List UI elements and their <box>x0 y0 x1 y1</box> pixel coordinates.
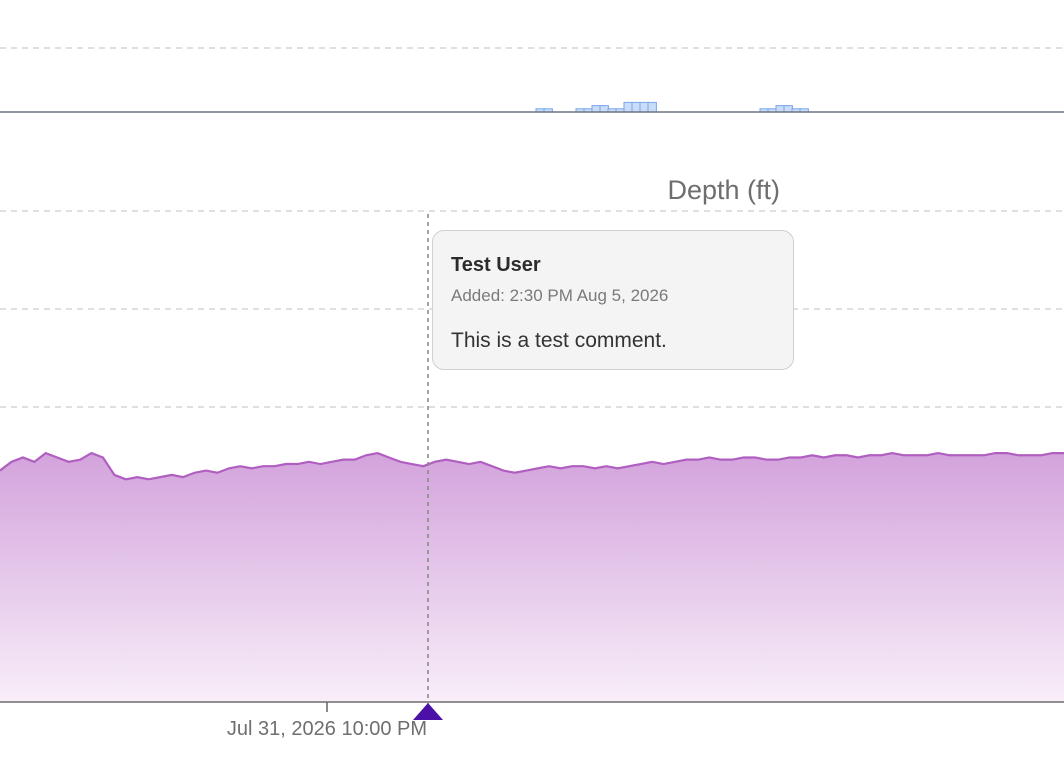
chart-panel: Depth (ft) Jul 31, 2026 10:00 PM Test Us… <box>0 0 1064 774</box>
top-chart <box>0 47 1064 113</box>
x-tick-label: Jul 31, 2026 10:00 PM <box>227 718 427 740</box>
histogram-bar <box>783 105 793 113</box>
comment-body: This is a test comment. <box>451 329 667 352</box>
histogram-bar <box>631 101 641 113</box>
histogram-bar <box>599 105 609 113</box>
histogram-bar <box>775 105 785 113</box>
comment-tooltip: Test User Added: 2:30 PM Aug 5, 2026 Thi… <box>432 230 794 370</box>
chart-canvas: Depth (ft) Jul 31, 2026 10:00 PM <box>0 47 1064 740</box>
chart-title: Depth (ft) <box>667 175 780 205</box>
histogram-bar <box>639 101 649 113</box>
histogram-bar <box>623 101 633 113</box>
comment-marker-icon[interactable] <box>413 703 443 720</box>
top-bars <box>535 101 809 113</box>
histogram-bar <box>591 105 601 113</box>
comment-timestamp: Added: 2:30 PM Aug 5, 2026 <box>451 286 669 305</box>
comment-author: Test User <box>451 254 541 276</box>
histogram-bar <box>647 101 657 113</box>
depth-area <box>0 453 1064 702</box>
